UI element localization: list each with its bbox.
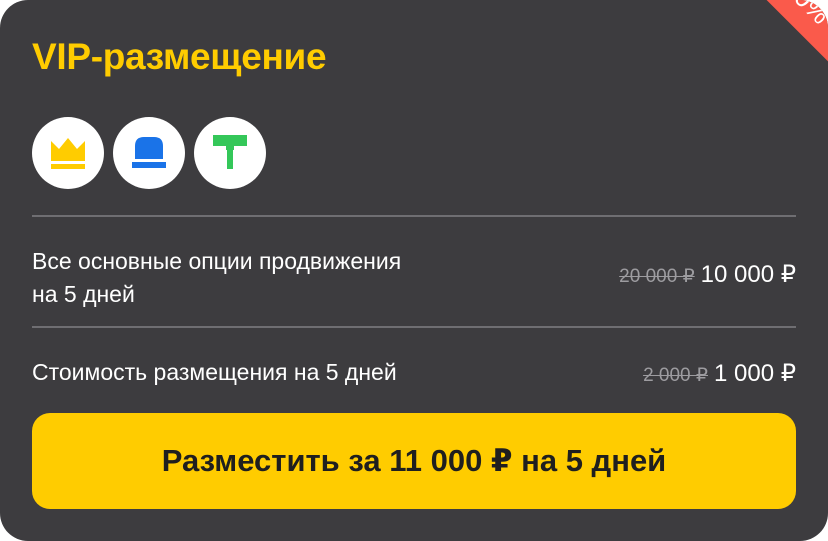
place-ad-button[interactable]: Разместить за 11 000 ₽ на 5 дней — [32, 413, 796, 509]
placement-row-label: Стоимость размещения на 5 дней — [32, 359, 397, 385]
divider — [32, 326, 796, 328]
crown-icon — [32, 117, 104, 189]
vip-placement-card: VIP-размещение –50% Все основные оп — [0, 0, 828, 541]
promo-options-icons — [32, 117, 266, 189]
siren-icon — [113, 117, 185, 189]
options-row-label: Все основные опции продвижения на 5 дней — [32, 245, 401, 311]
options-row-price: 20 000 ₽ 10 000 ₽ — [619, 260, 796, 289]
discount-badge: –50% — [708, 0, 828, 90]
new-price: 10 000 ₽ — [700, 261, 796, 288]
new-price: 1 000 ₽ — [714, 360, 796, 387]
card-title: VIP-размещение — [32, 36, 327, 77]
paint-roller-icon — [194, 117, 266, 189]
divider — [32, 215, 796, 217]
old-price: 2 000 ₽ — [643, 365, 708, 386]
options-row-label-line2: на 5 дней — [32, 281, 135, 307]
old-price: 20 000 ₽ — [619, 266, 695, 287]
discount-badge-label: –50% — [768, 0, 828, 30]
placement-row-price: 2 000 ₽ 1 000 ₽ — [643, 359, 796, 388]
options-row-label-line1: Все основные опции продвижения — [32, 248, 402, 274]
